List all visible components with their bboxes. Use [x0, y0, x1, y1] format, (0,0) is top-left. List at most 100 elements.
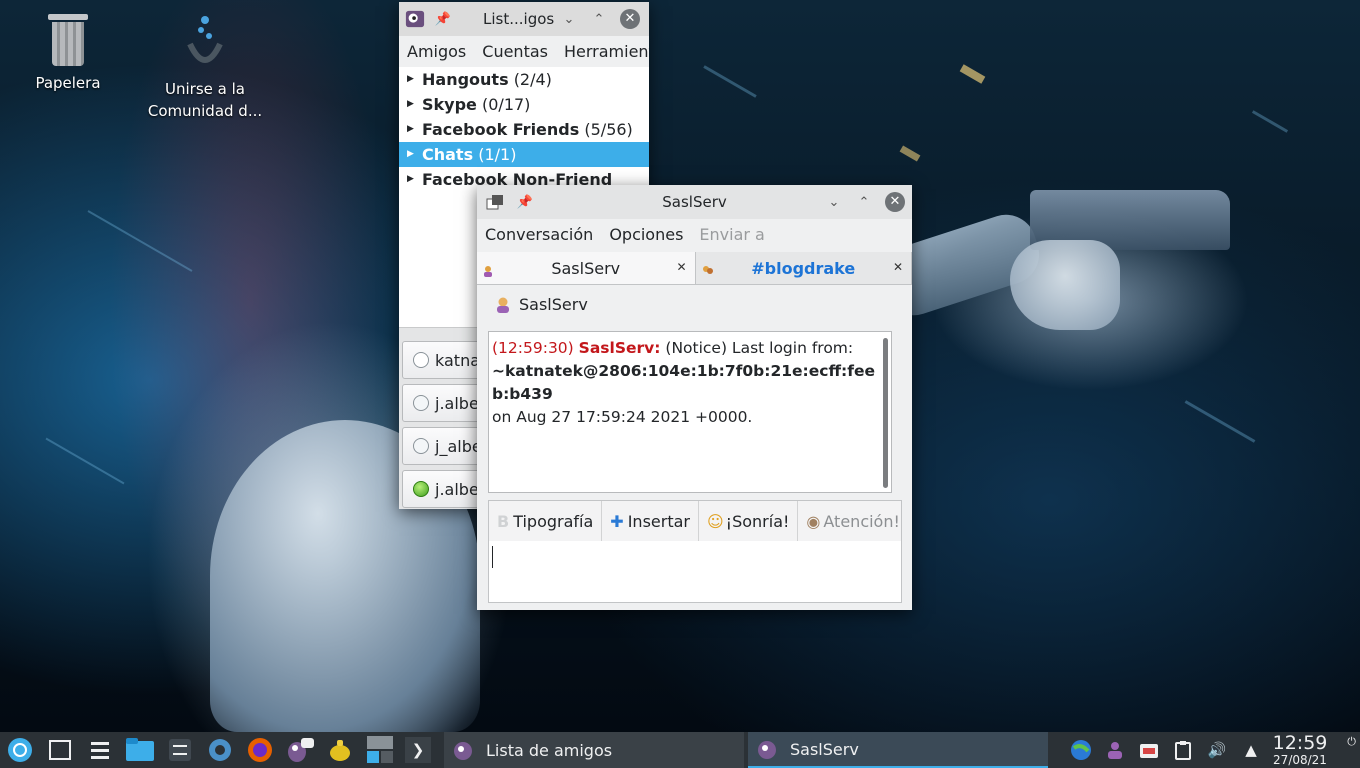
user-status-icon — [483, 262, 493, 281]
task-label: SaslServ — [790, 739, 859, 759]
group-count: (0/17) — [482, 95, 531, 114]
message-text: on Aug 27 17:59:24 2021 +0000. — [492, 408, 753, 426]
group-chats[interactable]: ▶ Chats (1/1) — [399, 142, 649, 167]
window-menu-icon[interactable] — [485, 192, 505, 212]
expand-arrow-icon[interactable]: ▶ — [407, 117, 414, 142]
power-icon[interactable]: ⏻ — [1347, 735, 1356, 749]
buddy-menubar: Amigos Cuentas Herramientas — [399, 36, 649, 66]
close-tab-icon[interactable]: ✕ — [893, 260, 903, 274]
buddy-icon — [497, 297, 509, 313]
format-toolbar: B Tipografía ✚ Insertar ☺ ¡Sonría! ◉ Atenció… — [488, 500, 902, 542]
insert-button[interactable]: ✚ Insertar — [602, 501, 699, 541]
clipboard-icon[interactable] — [1166, 732, 1200, 768]
trash-icon — [48, 14, 88, 66]
expand-arrow-icon[interactable]: ▶ — [407, 142, 414, 167]
clock-date: 27/08/21 — [1273, 753, 1327, 767]
desktop-icon-community[interactable]: Unirse a la Comunidad d... — [140, 14, 270, 122]
pager-icon[interactable] — [360, 732, 400, 768]
tab-label: #blogdrake — [751, 258, 856, 278]
control-center-gear-icon[interactable] — [200, 732, 240, 768]
away-clock-icon — [413, 352, 429, 368]
pidgin-tray-icon[interactable] — [1098, 732, 1132, 768]
group-count: (2/4) — [513, 70, 552, 89]
group-skype[interactable]: ▶ Skype (0/17) — [399, 92, 649, 117]
font-button-label: Tipografía — [513, 511, 594, 531]
digital-clock[interactable]: 12:59 27/08/21 — [1262, 732, 1338, 768]
minimize-button[interactable]: ⌄ — [559, 9, 579, 29]
message-timestamp: (12:59:30) — [492, 339, 574, 357]
app-launcher-icon[interactable] — [0, 732, 40, 768]
attention-button-label: Atención! — [823, 511, 900, 531]
system-tray: 🔊 ▲ — [1064, 732, 1268, 768]
available-status-icon — [413, 481, 429, 497]
pin-icon[interactable]: 📌 — [433, 9, 453, 29]
attention-button[interactable]: ◉ Atención! — [798, 501, 907, 541]
notifications-icon[interactable] — [1132, 732, 1166, 768]
message-text: (Notice) Last login from: — [665, 339, 854, 357]
group-name: Chats — [422, 145, 474, 164]
close-tab-icon[interactable]: ✕ — [676, 260, 686, 274]
font-button[interactable]: B Tipografía — [489, 501, 603, 541]
message-input[interactable] — [488, 541, 902, 603]
expand-arrow-icon[interactable]: ▶ — [407, 67, 414, 92]
window-title: SaslServ — [662, 193, 727, 211]
system-settings-icon[interactable] — [160, 732, 200, 768]
tab-saslserv[interactable]: SaslServ ✕ — [477, 252, 696, 284]
maximize-button[interactable]: ⌃ — [589, 9, 609, 29]
expand-arrow-icon[interactable]: ▶ — [407, 167, 414, 192]
insert-button-label: Insertar — [627, 511, 690, 531]
smile-button[interactable]: ☺ ¡Sonría! — [699, 501, 799, 541]
desktop-icon-trash[interactable]: Papelera — [3, 14, 133, 94]
menu-enviar-a[interactable]: Enviar a — [691, 225, 772, 244]
group-count: (5/56) — [584, 120, 633, 139]
smiley-icon: ☺ — [706, 511, 724, 531]
tab-blogdrake[interactable]: #blogdrake ✕ — [695, 252, 912, 284]
network-globe-icon[interactable] — [1064, 732, 1098, 768]
group-name: Hangouts — [422, 70, 509, 89]
chat-menubar: Conversación Opciones Enviar a — [477, 219, 912, 249]
group-name: Skype — [422, 95, 477, 114]
conversation-tabs: SaslServ ✕ #blogdrake ✕ — [477, 252, 912, 285]
settings-manager-icon[interactable] — [80, 732, 120, 768]
offline-status-icon — [413, 395, 429, 411]
task-saslserv[interactable]: SaslServ — [748, 732, 1048, 768]
buddy-window-titlebar[interactable]: 📌 List...igos ⌄ ⌃ ✕ — [399, 2, 649, 36]
group-facebook-friends[interactable]: ▶ Facebook Friends (5/56) — [399, 117, 649, 142]
clock-time: 12:59 — [1272, 732, 1328, 754]
attention-icon: ◉ — [806, 511, 821, 531]
menu-opciones[interactable]: Opciones — [601, 225, 691, 244]
conversation-log[interactable]: (12:59:30) SaslServ: (Notice) Last login… — [488, 331, 892, 493]
minimize-button[interactable]: ⌄ — [824, 192, 844, 212]
chat-window: 📌 SaslServ ⌄ ⌃ ✕ Conversación Opciones E… — [477, 185, 912, 610]
pidgin-icon[interactable] — [405, 9, 425, 29]
pidgin-icon — [758, 741, 776, 759]
offline-status-icon — [413, 438, 429, 454]
close-button[interactable]: ✕ — [620, 9, 640, 29]
conversation-name: SaslServ — [519, 295, 588, 314]
smile-button-label: ¡Sonría! — [725, 511, 790, 531]
menu-conversacion[interactable]: Conversación — [477, 225, 601, 244]
text-cursor — [492, 546, 493, 568]
overflow-arrow-icon[interactable]: ❯ — [400, 732, 436, 768]
log-scrollbar[interactable] — [883, 338, 888, 488]
chat-window-titlebar[interactable]: 📌 SaslServ ⌄ ⌃ ✕ — [477, 185, 912, 219]
expand-arrow-icon[interactable]: ▶ — [407, 92, 414, 117]
tab-label: SaslServ — [551, 258, 621, 278]
file-manager-icon[interactable] — [120, 732, 160, 768]
close-button[interactable]: ✕ — [885, 192, 905, 212]
volume-icon[interactable]: 🔊 — [1200, 732, 1234, 768]
chat-group-icon — [702, 262, 714, 281]
show-desktop-icon[interactable] — [40, 732, 80, 768]
maximize-button[interactable]: ⌃ — [854, 192, 874, 212]
group-hangouts[interactable]: ▶ Hangouts (2/4) — [399, 67, 649, 92]
menu-herramientas[interactable]: Herramientas — [556, 42, 649, 61]
teapot-icon[interactable] — [320, 732, 360, 768]
conversation-header: SaslServ — [495, 295, 588, 314]
firefox-icon[interactable] — [240, 732, 280, 768]
menu-amigos[interactable]: Amigos — [399, 42, 474, 61]
pidgin-launcher-icon[interactable] — [280, 732, 320, 768]
pin-icon[interactable]: 📌 — [515, 192, 535, 212]
mageia-logo-icon — [187, 16, 223, 63]
task-buddy-list[interactable]: Lista de amigos — [444, 732, 744, 768]
menu-cuentas[interactable]: Cuentas — [474, 42, 556, 61]
